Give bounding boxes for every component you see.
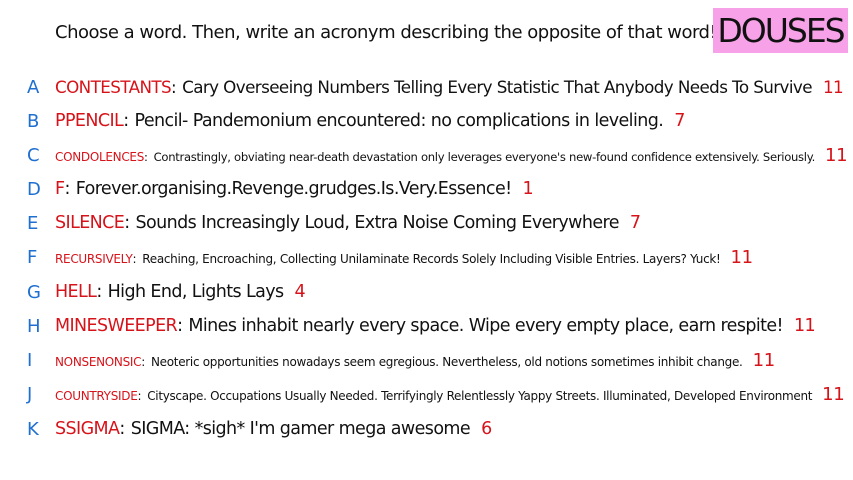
title-text: DOUSES <box>717 11 845 50</box>
entry-letter: D <box>27 178 41 200</box>
entry-letter: G <box>27 281 41 303</box>
entry-letter: A <box>27 76 40 98</box>
entry-letter: B <box>27 110 40 132</box>
entry-letter: C <box>27 144 40 166</box>
entry-colon: : <box>132 251 137 266</box>
entry-word: NONSENONSIC <box>55 354 142 369</box>
entry-acronym: Cary Overseeing Numbers Telling Every St… <box>182 77 812 97</box>
entry-count: 7 <box>629 213 641 233</box>
entry-word: PPENCIL <box>55 111 124 131</box>
entry-colon: : <box>141 354 145 369</box>
entry-content: HELL: High End, Lights Lays 4 <box>55 282 306 302</box>
entry-colon: : <box>124 213 130 233</box>
entry-acronym: Cityscape. Occupations Usually Needed. T… <box>147 388 813 403</box>
entry-word: F <box>55 179 65 199</box>
entry-word: SILENCE <box>55 213 125 233</box>
entry-count: 4 <box>294 282 306 302</box>
entry-count: 6 <box>481 419 492 439</box>
entry-content: CONTESTANTS: Cary Overseeing Numbers Tel… <box>55 77 844 97</box>
entry-count: 1 <box>522 179 534 199</box>
entry-letter: I <box>27 349 33 371</box>
entry-acronym: Forever.organising.Revenge.grudges.Is.Ve… <box>75 179 512 199</box>
entry-letter: J <box>27 383 33 405</box>
entry-count: 11 <box>822 383 845 405</box>
entry-colon: : <box>177 316 183 336</box>
entry-colon: : <box>64 179 70 199</box>
entry-letter: H <box>27 315 41 337</box>
entry-count: 7 <box>674 111 685 131</box>
entry-acronym: High End, Lights Lays <box>107 282 284 302</box>
entry-word: CONTESTANTS <box>55 77 172 97</box>
entry-content: SSIGMA: SIGMA: *sigh* I'm gamer mega awe… <box>55 419 492 439</box>
entry-acronym: Contrastingly, obviating near-death deva… <box>153 149 816 164</box>
entry-colon: : <box>123 111 129 131</box>
entry-content: PPENCIL: Pencil- Pandemonium encountered… <box>55 111 685 131</box>
entry-acronym: Pencil- Pandemonium encountered: no comp… <box>134 111 664 131</box>
entry-acronym: Sounds Increasingly Loud, Extra Noise Co… <box>135 213 620 233</box>
entry-colon: : <box>171 77 177 97</box>
entry-word: MINESWEEPER <box>55 316 178 336</box>
entry-word: SSIGMA <box>55 419 120 439</box>
title-badge: DOUSES <box>713 8 848 53</box>
entry-count: 11 <box>793 316 816 336</box>
entry-word: CONDOLENCES <box>55 149 145 164</box>
entry-word: RECURSIVELY <box>55 251 133 266</box>
entry-content: F: Forever.organising.Revenge.grudges.Is… <box>55 179 534 199</box>
entry-content: COUNTRYSIDE: Cityscape. Occupations Usua… <box>55 383 845 405</box>
entry-colon: : <box>144 149 148 164</box>
entry-content: RECURSIVELY: Reaching, Encroaching, Coll… <box>55 247 753 268</box>
entry-colon: : <box>96 282 102 302</box>
entry-letter: K <box>27 418 39 440</box>
entry-count: 11 <box>822 77 844 97</box>
entry-colon: : <box>119 419 125 439</box>
entry-letter: E <box>27 212 39 234</box>
entry-count: 11 <box>825 144 848 166</box>
entry-acronym: Reaching, Encroaching, Collecting Unilam… <box>142 251 721 266</box>
entry-content: MINESWEEPER: Mines inhabit nearly every … <box>55 316 816 336</box>
entry-word: HELL <box>55 282 97 302</box>
entry-colon: : <box>137 388 142 403</box>
entry-count: 11 <box>730 246 754 268</box>
entry-acronym: SIGMA: *sigh* I'm gamer mega awesome <box>130 419 471 439</box>
entry-acronym: Mines inhabit nearly every space. Wipe e… <box>188 316 783 336</box>
prompt-text: Choose a word. Then, write an acronym de… <box>55 22 717 43</box>
entry-letter: F <box>27 246 38 268</box>
entry-content: CONDOLENCES: Contrastingly, obviating ne… <box>55 144 848 166</box>
entry-acronym: Neoteric opportunities nowadays seem egr… <box>150 354 743 369</box>
entry-count: 11 <box>752 349 776 371</box>
entry-content: SILENCE: Sounds Increasingly Loud, Extra… <box>55 213 641 233</box>
entry-content: NONSENONSIC: Neoteric opportunities nowa… <box>55 350 775 371</box>
entry-word: COUNTRYSIDE <box>55 388 138 403</box>
